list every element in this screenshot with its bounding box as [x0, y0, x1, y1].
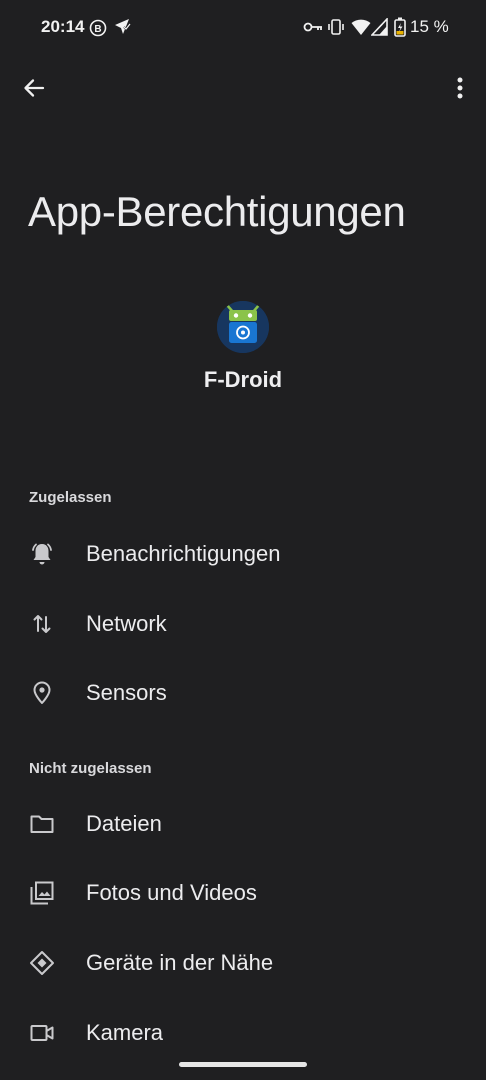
gesture-nav-handle[interactable] — [179, 1062, 307, 1067]
arrow-back-icon — [24, 79, 45, 97]
status-bar: 20:14 B 15 % — [0, 0, 486, 56]
permission-label: Dateien — [86, 811, 162, 836]
permission-item-photos-videos[interactable]: Fotos und Videos — [0, 858, 486, 926]
battery-percent: 15 % — [410, 17, 449, 36]
permission-item-files[interactable]: Dateien — [0, 789, 486, 857]
nearby-devices-icon — [29, 950, 55, 976]
signal-icon — [370, 16, 389, 41]
section-header-not-allowed: Nicht zugelassen — [29, 760, 152, 777]
photo-library-icon — [29, 880, 55, 906]
battery-charging-icon — [394, 17, 406, 42]
permission-item-sensors[interactable]: Sensors — [0, 658, 486, 726]
swap-vert-icon — [29, 611, 55, 637]
page-title: App-Berechtigungen — [28, 188, 406, 235]
section-header-allowed: Zugelassen — [29, 489, 112, 506]
permission-label: Geräte in der Nähe — [86, 950, 274, 975]
app-name: F-Droid — [203, 367, 283, 392]
camera-icon — [29, 1020, 55, 1046]
notification-bell-icon — [29, 541, 55, 567]
permission-item-notifications[interactable]: Benachrichtigungen — [0, 519, 486, 587]
more-vert-icon — [457, 77, 463, 99]
permission-label: Benachrichtigungen — [86, 541, 281, 566]
permission-item-network[interactable]: Network — [0, 589, 486, 657]
fdroid-logo — [217, 301, 269, 353]
permission-label: Network — [86, 611, 167, 636]
app-permissions-screen: 20:14 B 15 % App-Berechtigungen F-Droid … — [0, 0, 486, 1080]
folder-icon — [29, 811, 55, 837]
permission-label: Kamera — [86, 1020, 164, 1045]
permission-label: Sensors — [86, 680, 167, 705]
back-button[interactable] — [18, 72, 50, 104]
svg-text:B: B — [94, 24, 101, 35]
more-options-button[interactable] — [446, 72, 474, 104]
vibrate-icon — [327, 18, 345, 41]
vpn-key-icon — [303, 20, 323, 39]
permission-item-camera[interactable]: Kamera — [0, 998, 486, 1066]
permission-label: Fotos und Videos — [86, 880, 257, 905]
location-shield-icon — [113, 17, 133, 42]
wifi-icon — [351, 18, 371, 41]
b-badge-icon: B — [89, 19, 107, 42]
permission-item-nearby-devices[interactable]: Geräte in der Nähe — [0, 928, 486, 996]
location-pin-icon — [29, 680, 55, 706]
status-time: 20:14 — [41, 17, 85, 36]
